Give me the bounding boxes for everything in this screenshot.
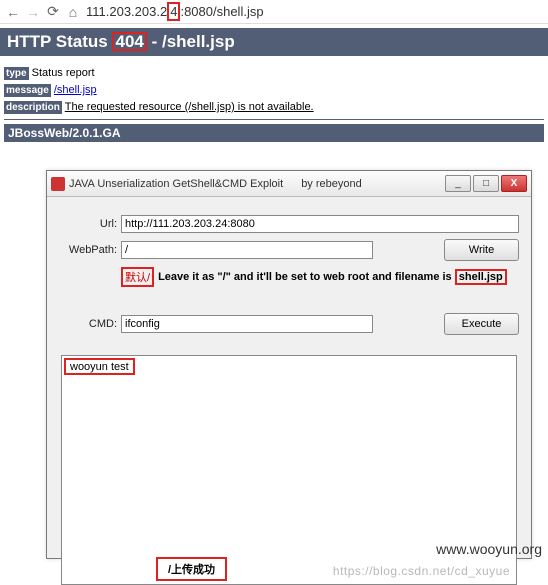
message-value[interactable]: /shell.jsp: [54, 84, 97, 96]
cmd-label: CMD:: [59, 318, 121, 330]
write-button[interactable]: Write: [444, 239, 519, 261]
description-label: description: [4, 101, 62, 114]
http-status-header: HTTP Status 404 - /shell.jsp: [0, 28, 548, 56]
reload-icon[interactable]: ⟳: [46, 3, 60, 20]
dialog-body: Url: WebPath: Write 默认/ Leave it as "/" …: [47, 197, 531, 351]
description-value: The requested resource (/shell.jsp) is n…: [65, 101, 314, 113]
url-row: Url:: [59, 215, 519, 233]
divider: [4, 119, 544, 120]
type-label: type: [4, 67, 29, 80]
url-bar[interactable]: 111.203.203.24:8080/shell.jsp: [86, 2, 264, 21]
execute-button[interactable]: Execute: [444, 313, 519, 335]
site-watermark: www.wooyun.org: [436, 541, 542, 557]
status-code-highlight: 404: [112, 32, 146, 51]
type-value: Status report: [32, 67, 95, 79]
url-highlight-box: 4: [167, 2, 180, 21]
error-page-body: type Status report message /shell.jsp de…: [0, 56, 548, 142]
minimize-button[interactable]: _: [445, 175, 471, 192]
webpath-input[interactable]: [121, 241, 373, 259]
server-footer: JBossWeb/2.0.1.GA: [4, 124, 544, 142]
home-icon[interactable]: ⌂: [66, 4, 80, 20]
blog-watermark: https://blog.csdn.net/cd_xuyue: [333, 564, 510, 578]
cmd-row: CMD: Execute: [59, 313, 519, 335]
url-input[interactable]: [121, 215, 519, 233]
hint-row: 默认/ Leave it as "/" and it'll be set to …: [121, 267, 519, 287]
dialog-titlebar[interactable]: JAVA Unserialization GetShell&CMD Exploi…: [47, 171, 531, 197]
hint-text-a: Leave it as "/" and it'll be set to web …: [158, 271, 455, 283]
url-part-left: 111.203.203.2: [86, 4, 167, 19]
hint-filename: shell.jsp: [455, 269, 507, 285]
webpath-row: WebPath: Write: [59, 239, 519, 261]
maximize-button[interactable]: □: [473, 175, 499, 192]
url-label: Url:: [59, 218, 121, 230]
status-suffix: - /shell.jsp: [147, 32, 235, 51]
dialog-title: JAVA Unserialization GetShell&CMD Exploi…: [69, 178, 283, 190]
output-line: wooyun test: [64, 358, 135, 375]
back-icon[interactable]: ←: [6, 4, 20, 20]
webpath-label: WebPath:: [59, 244, 121, 256]
hint-default: 默认/: [121, 267, 154, 287]
forward-icon[interactable]: →: [26, 4, 40, 20]
status-prefix: HTTP Status: [7, 32, 112, 51]
hint-text: Leave it as "/" and it'll be set to web …: [158, 269, 507, 285]
url-part-right: :8080/shell.jsp: [180, 4, 263, 19]
cmd-input[interactable]: [121, 315, 373, 333]
exploit-dialog: JAVA Unserialization GetShell&CMD Exploi…: [46, 170, 532, 559]
message-label: message: [4, 84, 51, 97]
java-icon: [51, 177, 65, 191]
dialog-author: by rebeyond: [301, 178, 362, 190]
browser-toolbar: ← → ⟳ ⌂ 111.203.203.24:8080/shell.jsp: [0, 0, 548, 24]
close-button[interactable]: X: [501, 175, 527, 192]
